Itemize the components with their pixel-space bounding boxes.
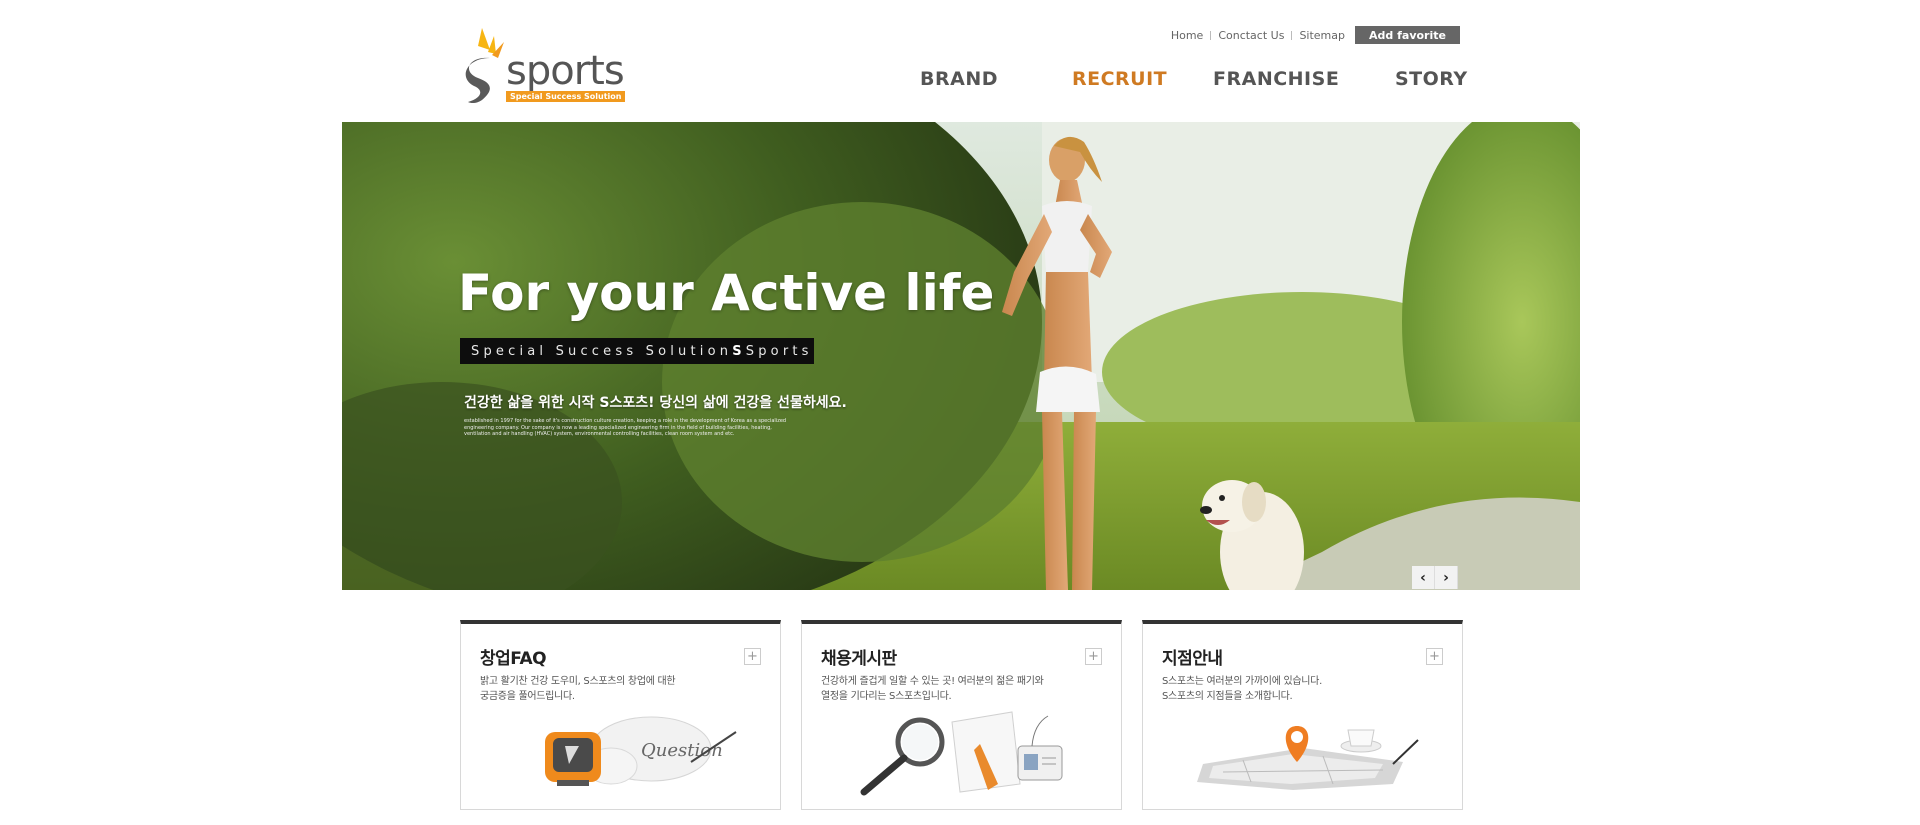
prev-slide-button[interactable]: ‹ xyxy=(1412,566,1435,589)
sitemap-link[interactable]: Sitemap xyxy=(1299,29,1345,42)
card-recruit-board[interactable]: 채용게시판 + 건강하게 즐겁게 일할 수 있는 곳! 여러분의 젊은 패기와 … xyxy=(801,620,1122,810)
hero-tagline-suffix: Sports xyxy=(745,343,813,359)
hero-tagline: Special Success Solution S Sports xyxy=(460,338,814,364)
more-plus-button[interactable]: + xyxy=(1426,648,1443,665)
hero-tagline-s: S xyxy=(732,343,746,359)
tv-question-illustration: Question xyxy=(545,716,737,786)
card-desc-line: S스포츠는 여러분의 가까이에 있습니다. xyxy=(1162,676,1322,687)
question-art-text: Question xyxy=(641,740,723,761)
nav-item-recruit[interactable]: RECRUIT xyxy=(1072,68,1167,90)
card-startup-faq[interactable]: 창업FAQ + 밝고 활기찬 건강 도우미, S스포츠의 창업에 대한 궁금증을… xyxy=(460,620,781,810)
card-description: S스포츠는 여러분의 가까이에 있습니다. S스포츠의 지점들을 소개합니다. xyxy=(1162,674,1402,704)
card-description: 건강하게 즐겁게 일할 수 있는 곳! 여러분의 젊은 패기와 열정을 기다리는… xyxy=(821,674,1061,704)
contact-us-link[interactable]: Conctact Us xyxy=(1218,29,1284,42)
nav-item-story[interactable]: STORY xyxy=(1395,68,1468,90)
card-description: 밝고 활기찬 건강 도우미, S스포츠의 창업에 대한 궁금증을 풀어드립니다. xyxy=(480,674,720,704)
more-plus-button[interactable]: + xyxy=(1085,648,1102,665)
add-favorite-button[interactable]: Add favorite xyxy=(1355,26,1460,44)
card-desc-line: 건강하게 즐겁게 일할 수 있는 곳! 여러분의 젊은 패기와 xyxy=(821,676,1044,687)
logo-tagline: Special Success Solution xyxy=(506,91,626,102)
card-desc-line: 열정을 기다리는 S스포츠입니다. xyxy=(821,691,952,702)
divider xyxy=(1210,30,1212,40)
home-link[interactable]: Home xyxy=(1171,29,1203,42)
next-slide-button[interactable]: › xyxy=(1435,566,1458,589)
hero-subtitle: 건강한 삶을 위한 시작 S스포츠! 당신의 삶에 건강을 선물하세요. xyxy=(464,395,847,411)
map-pin-coffee-illustration xyxy=(1197,726,1419,790)
card-title: 채용게시판 xyxy=(821,649,897,669)
slider-controls: ‹ › xyxy=(1412,566,1458,589)
hero-description: established in 1997 for the sake of it's… xyxy=(464,418,787,437)
nav-item-franchise[interactable]: FRANCHISE xyxy=(1213,68,1339,90)
hero-banner: For your Active life Special Success Sol… xyxy=(342,122,1580,590)
utility-links: Home Conctact Us Sitemap Add favorite xyxy=(1171,26,1460,44)
card-desc-line: 궁금증을 풀어드립니다. xyxy=(480,691,575,702)
magnifier-id-card-illustration xyxy=(860,711,1063,796)
card-title: 창업FAQ xyxy=(480,649,547,669)
card-title: 지점안내 xyxy=(1162,649,1223,669)
card-branch-info[interactable]: 지점안내 + S스포츠는 여러분의 가까이에 있습니다. S스포츠의 지점들을 … xyxy=(1142,620,1463,810)
card-desc-line: 밝고 활기찬 건강 도우미, S스포츠의 창업에 대한 xyxy=(480,676,676,687)
header: sports Special Success Solution Home Con… xyxy=(0,0,1920,122)
card-desc-line: S스포츠의 지점들을 소개합니다. xyxy=(1162,691,1293,702)
divider xyxy=(1291,30,1293,40)
hero-title: For your Active life xyxy=(458,264,995,322)
more-plus-button[interactable]: + xyxy=(744,648,761,665)
logo-text: sports xyxy=(506,48,625,94)
hero-tagline-prefix: Special Success Solution xyxy=(471,343,733,359)
logo[interactable]: sports Special Success Solution xyxy=(460,28,626,106)
nav-item-brand[interactable]: BRAND xyxy=(920,68,998,90)
